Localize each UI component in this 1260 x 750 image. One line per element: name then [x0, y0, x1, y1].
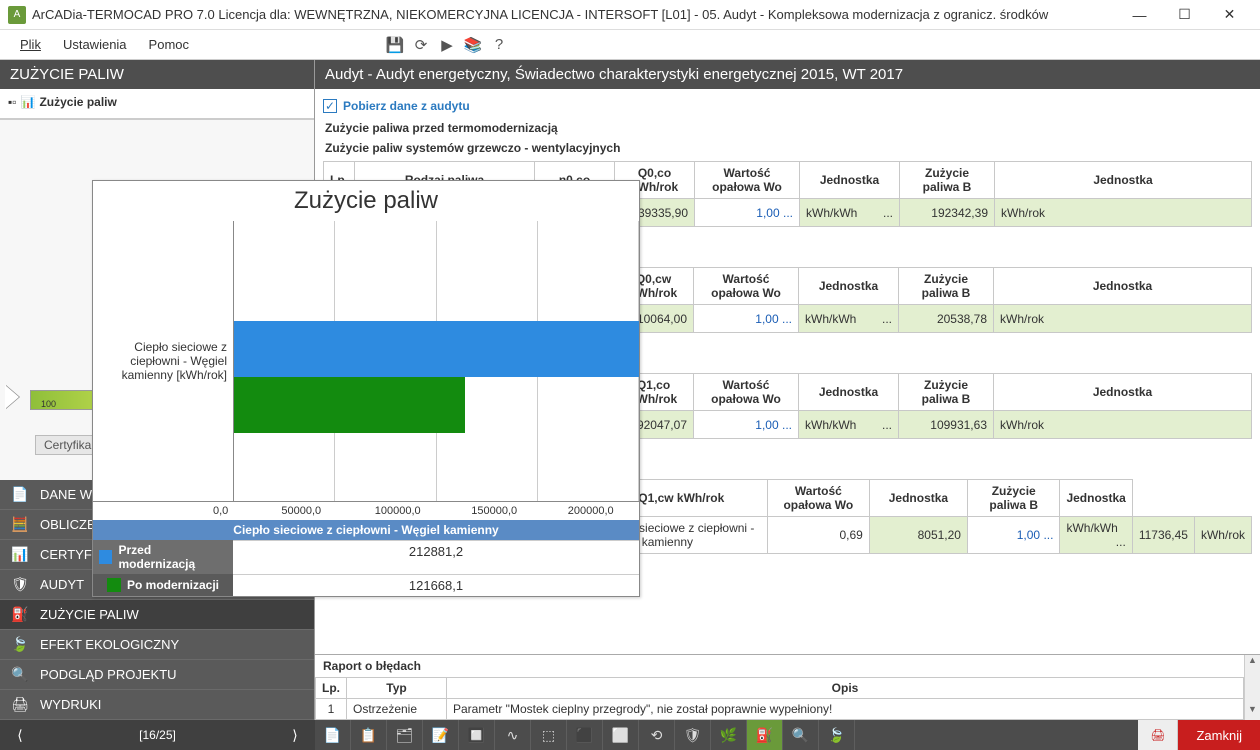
import-checkbox-row[interactable]: ✓ Pobierz dane z audytu [323, 95, 1252, 117]
window-title: ArCADia-TERMOCAD PRO 7.0 Licencja dla: W… [32, 7, 1117, 22]
swatch-green-icon [107, 578, 121, 592]
fuel-icon: ⛽ [10, 606, 30, 623]
checkbox-label: Pobierz dane z audytu [343, 99, 470, 113]
play-icon[interactable]: ▶ [435, 33, 459, 57]
report-icon: 📊 [21, 95, 36, 109]
shield-icon: 🛡 [10, 576, 30, 593]
nav-podglad[interactable]: 🔍PODGLĄD PROJEKTU [0, 660, 314, 690]
col-jed: Jednostka [800, 162, 900, 199]
chart-y-label: Ciepło sieciowe z ciepłowni - Węgiel kam… [93, 221, 233, 501]
cell-jed2: kWh/rok [995, 199, 1252, 227]
book-icon[interactable]: 📚 [461, 33, 485, 57]
tb-folder-icon[interactable]: 🗂 [387, 720, 423, 750]
tb-shield-icon[interactable]: 🛡 [675, 720, 711, 750]
bar-after [234, 377, 465, 433]
menu-help[interactable]: Pomoc [139, 33, 199, 56]
tree-view[interactable]: ▪▫ 📊 Zużycie paliw [0, 89, 314, 119]
chart-plot-area [233, 221, 639, 501]
tb-edit-icon[interactable]: 📝 [423, 720, 459, 750]
tb-refresh2-icon[interactable]: ⟲ [639, 720, 675, 750]
tb-rect1-icon[interactable]: ⬚ [531, 720, 567, 750]
menu-settings[interactable]: Ustawienia [53, 33, 137, 56]
help-icon[interactable]: ? [487, 33, 511, 57]
document-icon: 📄 [10, 486, 30, 503]
pager: ⟨ [16/25] ⟩ [0, 720, 315, 750]
left-panel-title: ZUŻYCIE PALIW [0, 60, 314, 89]
section-subtitle: Zużycie paliw systemów grzewczo - wentyl… [323, 139, 1252, 161]
tb-window-icon[interactable]: 🔲 [459, 720, 495, 750]
error-panel: Raport o błędach Lp. Typ Opis 1 Ostrzeże… [315, 654, 1260, 720]
save-icon[interactable]: 💾 [383, 33, 407, 57]
nav-wydruki[interactable]: 🖨WYDRUKI [0, 690, 314, 720]
tree-collapse-icon[interactable]: ▪▫ [8, 95, 17, 109]
print-button[interactable]: 🖨 [1138, 720, 1178, 750]
print-icon: 🖨 [10, 696, 30, 713]
tree-item-label: Zużycie paliw [39, 95, 116, 109]
maximize-button[interactable]: ☐ [1162, 1, 1207, 29]
menu-file[interactable]: Plik [10, 33, 51, 56]
error-table: Lp. Typ Opis 1 Ostrzeżenie Parametr "Mos… [315, 677, 1244, 720]
nav-efekt-eko[interactable]: 🍃EFEKT EKOLOGICZNY [0, 630, 314, 660]
checkbox-icon[interactable]: ✓ [323, 99, 337, 113]
pager-prev-button[interactable]: ⟨ [0, 727, 40, 744]
tb-doc-icon[interactable]: 📄 [315, 720, 351, 750]
calc-icon: 🧮 [10, 516, 30, 533]
tb-clipboard-icon[interactable]: 📋 [351, 720, 387, 750]
leaf-icon: 🍃 [10, 636, 30, 653]
preview-icon: 🔍 [10, 666, 30, 683]
tab-certificate[interactable]: Certyfika [35, 435, 100, 455]
chart-legend-header: Ciepło sieciowe z ciepłowni - Węgiel kam… [93, 520, 639, 540]
bar-before [234, 321, 639, 377]
refresh-icon[interactable]: ⟳ [409, 33, 433, 57]
cell-jed[interactable]: kWh/kWh... [800, 199, 900, 227]
tb-rect3-icon[interactable]: ⬜ [603, 720, 639, 750]
legend-value-after: 121668,1 [233, 574, 639, 596]
col-b: Zużycie paliwa B [900, 162, 995, 199]
tb-wave-icon[interactable]: ∿ [495, 720, 531, 750]
chart-icon: 📊 [10, 546, 30, 563]
swatch-blue-icon [99, 550, 112, 564]
minimize-button[interactable]: — [1117, 1, 1162, 29]
pager-next-button[interactable]: ⟩ [275, 727, 315, 744]
chart-legend: Przed modernizacją 212881,2 Po moderniza… [93, 540, 639, 596]
error-panel-title: Raport o błędach [315, 655, 1260, 677]
error-row[interactable]: 1 Ostrzeżenie Parametr "Mostek cieplny p… [316, 699, 1244, 720]
arrow-icon [5, 385, 19, 409]
nav-zuzycie-paliw[interactable]: ⛽ZUŻYCIE PALIW [0, 600, 314, 630]
cell-b: 192342,39 [900, 199, 995, 227]
chart-x-axis: 0,0 50000,0 100000,0 150000,0 200000,0 [93, 501, 639, 520]
tree-item-fuel[interactable]: ▪▫ 📊 Zużycie paliw [8, 95, 306, 109]
scrollbar[interactable]: ▲▼ [1244, 655, 1260, 720]
tb-leaf2-icon[interactable]: 🍃 [819, 720, 855, 750]
title-bar: A ArCADia-TERMOCAD PRO 7.0 Licencja dla:… [0, 0, 1260, 30]
col-wo: Wartość opałowa Wo [695, 162, 800, 199]
menu-bar: Plik Ustawienia Pomoc 💾 ⟳ ▶ 📚 ? [0, 30, 1260, 60]
tb-rect2-icon[interactable]: ⬛ [567, 720, 603, 750]
tb-fuel-icon[interactable]: ⛽ [747, 720, 783, 750]
tb-eco-icon[interactable]: 🌿 [711, 720, 747, 750]
section-title: Zużycie paliwa przed termomodernizacją [323, 117, 1252, 139]
pager-info: [16/25] [40, 728, 275, 742]
col-jed2: Jednostka [995, 162, 1252, 199]
chart-popup: Zużycie paliw Ciepło sieciowe z ciepłown… [92, 180, 640, 597]
bottom-toolbar: 📄 📋 🗂 📝 🔲 ∿ ⬚ ⬛ ⬜ ⟲ 🛡 🌿 ⛽ 🔍 🍃 🖨 Zamknij [315, 720, 1260, 750]
close-window-button[interactable]: ✕ [1207, 1, 1252, 29]
chart-title: Zużycie paliw [93, 181, 639, 221]
cell-wo[interactable]: 1,00 ... [695, 199, 800, 227]
content-title: Audyt - Audyt energetyczny, Świadectwo c… [315, 60, 1260, 89]
tb-search-icon[interactable]: 🔍 [783, 720, 819, 750]
legend-value-before: 212881,2 [233, 540, 639, 574]
close-button[interactable]: Zamknij [1178, 720, 1260, 750]
app-logo-icon: A [8, 6, 26, 24]
